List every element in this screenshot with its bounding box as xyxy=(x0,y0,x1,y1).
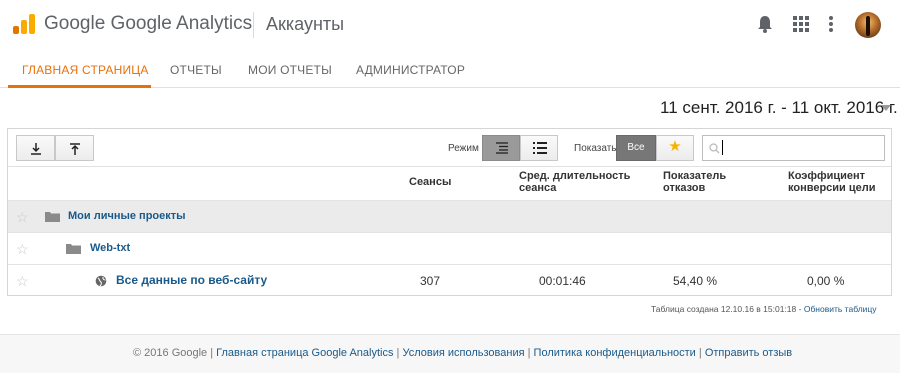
app-header: Google Google Analytics Аккаунты xyxy=(0,0,900,50)
footer-link-terms[interactable]: Условия использования xyxy=(402,347,524,359)
column-header-avg-duration[interactable]: Сред. длительность сеанса xyxy=(519,170,639,194)
apps-grid-icon[interactable] xyxy=(793,16,809,32)
table-row: ☆ Все данные по веб-сайту 307 00:01:46 5… xyxy=(8,264,891,296)
more-vert-icon[interactable] xyxy=(827,15,835,33)
refresh-table-link[interactable]: Обновить таблицу xyxy=(804,304,877,314)
star-outline-icon[interactable]: ☆ xyxy=(16,274,29,288)
footer-separator: | xyxy=(210,347,214,359)
property-link[interactable]: Web-txt xyxy=(90,242,130,254)
sessions-cell: 307 xyxy=(420,274,441,288)
footer-separator: | xyxy=(527,347,531,359)
table-row: ☆ Мои личные проекты xyxy=(8,200,891,232)
show-all-button[interactable]: Все xyxy=(616,135,656,161)
analytics-logo-icon[interactable] xyxy=(13,14,35,34)
table-created-text: Таблица создана 12.10.16 в 15:01:18 - xyxy=(651,304,804,314)
mode-list-button[interactable] xyxy=(520,135,558,161)
search-input[interactable] xyxy=(723,139,878,157)
arrow-up-to-line-icon xyxy=(70,143,80,155)
tab-reports[interactable]: ОТЧЕТЫ xyxy=(170,63,222,77)
active-tab-indicator xyxy=(8,85,151,88)
collapse-all-button[interactable] xyxy=(55,135,94,161)
footer-link-feedback[interactable]: Отправить отзыв xyxy=(705,347,792,359)
account-link[interactable]: Мои личные проекты xyxy=(68,210,186,222)
column-header-sessions[interactable]: Сеансы xyxy=(409,176,451,188)
notifications-bell-icon[interactable] xyxy=(757,15,773,33)
globe-icon xyxy=(95,275,107,287)
star-outline-icon[interactable]: ☆ xyxy=(16,242,29,256)
column-header-goal-conversion[interactable]: Коэффициент конверсии цели xyxy=(788,170,880,194)
footer-separator: | xyxy=(396,347,400,359)
column-header-bounce-rate[interactable]: Показатель отказов xyxy=(663,170,743,194)
expand-all-button[interactable] xyxy=(16,135,55,161)
goal-conversion-cell: 0,00 % xyxy=(807,274,845,288)
avg-duration-cell: 00:01:46 xyxy=(539,274,586,288)
show-starred-button[interactable]: ★ xyxy=(656,135,694,161)
tab-home[interactable]: ГЛАВНАЯ СТРАНИЦА xyxy=(22,63,149,77)
product-name[interactable]: Google Google Analytics xyxy=(44,13,252,35)
show-label: Показать xyxy=(574,143,617,154)
tab-my-reports[interactable]: МОИ ОТЧЕТЫ xyxy=(248,63,332,77)
folder-icon xyxy=(45,212,60,222)
header-divider xyxy=(253,12,254,38)
mode-label: Режим xyxy=(448,143,479,154)
star-icon: ★ xyxy=(668,138,682,155)
mode-tree-button[interactable] xyxy=(482,135,520,161)
footer-links: © 2016 Google | Главная страница Google … xyxy=(133,347,792,359)
date-range-picker[interactable]: 11 сент. 2016 г. - 11 окт. 2016 г. xyxy=(660,98,898,118)
table-header-row: Сеансы Сред. длительность сеанса Показат… xyxy=(8,166,891,200)
arrow-down-to-line-icon xyxy=(31,143,41,155)
folder-icon xyxy=(66,244,81,254)
page-title: Аккаунты xyxy=(266,14,345,34)
text-cursor xyxy=(722,140,723,155)
tab-admin[interactable]: АДМИНИСТРАТОР xyxy=(356,63,465,77)
table-row: ☆ Web-txt xyxy=(8,232,891,264)
bounce-rate-cell: 54,40 % xyxy=(673,274,718,288)
footer-separator: | xyxy=(698,347,702,359)
search-icon xyxy=(709,143,720,154)
page-footer: © 2016 Google | Главная страница Google … xyxy=(0,334,900,373)
copyright-text: © 2016 Google xyxy=(133,347,208,359)
footer-link-privacy[interactable]: Политика конфиденциальности xyxy=(534,347,696,359)
view-link[interactable]: Все данные по веб-сайту xyxy=(116,273,267,287)
chevron-down-icon[interactable] xyxy=(881,105,891,111)
user-avatar[interactable] xyxy=(855,12,881,38)
main-nav: ГЛАВНАЯ СТРАНИЦА ОТЧЕТЫ МОИ ОТЧЕТЫ АДМИН… xyxy=(0,50,900,88)
search-field[interactable] xyxy=(702,135,885,161)
list-icon xyxy=(533,142,547,154)
indent-list-icon xyxy=(496,142,508,154)
footer-link-ga-home[interactable]: Главная страница Google Analytics xyxy=(216,347,393,359)
star-outline-icon[interactable]: ☆ xyxy=(16,210,29,224)
table-created-note: Таблица создана 12.10.16 в 15:01:18 - Об… xyxy=(651,304,877,314)
